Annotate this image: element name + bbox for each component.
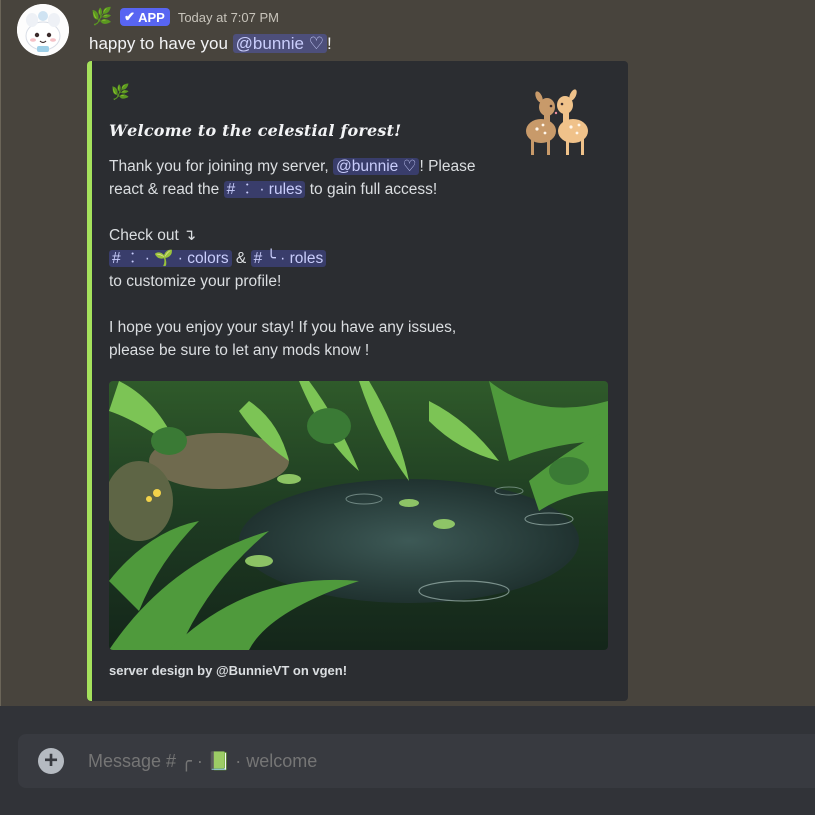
channel-link-roles[interactable]: # ╰ · roles: [250, 250, 327, 267]
forest-pond-image[interactable]: [109, 381, 608, 650]
author-leaf-icon[interactable]: 🌿: [91, 6, 112, 28]
app-badge: ✔ APP: [120, 8, 170, 26]
user-mention[interactable]: @bunnie ♡: [232, 34, 327, 53]
channel-link-colors[interactable]: # ︰ · 🌱 · colors: [109, 250, 232, 267]
bunny-avatar-icon: [17, 4, 69, 56]
embed-description: Thank you for joining my server, @bunnie…: [109, 155, 509, 362]
message-composer: +: [18, 734, 815, 788]
message-text-end: !: [326, 34, 332, 53]
desc-text: to customize your profile!: [109, 273, 282, 290]
message-text: happy to have you: [89, 34, 233, 53]
verified-check-icon: ✔: [124, 9, 136, 24]
message-header: 🌿 ✔ APP Today at 7:07 PM: [91, 6, 279, 28]
user-mention[interactable]: @bunnie ♡: [333, 158, 420, 175]
timestamp[interactable]: Today at 7:07 PM: [178, 10, 279, 25]
embed-leaf-icon: 🌿: [111, 83, 130, 101]
desc-text: please be sure to let any mods know !: [109, 342, 370, 359]
embed-accent-bar: [87, 61, 92, 701]
desc-text: to gain full access!: [305, 181, 438, 198]
deer-thumbnail-icon[interactable]: [511, 79, 603, 159]
embed-title: 𝑾𝒆𝒍𝒄𝒐𝒎𝒆 𝒕𝒐 𝒕𝒉𝒆 𝒄𝒆𝒍𝒆𝒔𝒕𝒊𝒂𝒍 𝒇𝒐𝒓𝒆𝒔𝒕!: [109, 121, 402, 140]
plus-icon: +: [43, 747, 58, 774]
embed-footer: server design by @BunnieVT on vgen!: [109, 663, 348, 678]
add-attachment-button[interactable]: +: [38, 748, 64, 774]
desc-text: I hope you enjoy your stay! If you have …: [109, 319, 457, 336]
desc-text: ! Please: [419, 158, 476, 175]
desc-text: &: [231, 250, 251, 267]
message-content: happy to have you @bunnie ♡!: [89, 32, 332, 56]
app-badge-label: APP: [138, 9, 165, 25]
message-input[interactable]: [86, 749, 690, 773]
desc-text: Thank you for joining my server,: [109, 158, 333, 175]
channel-link-rules[interactable]: # ︰ · rules: [223, 181, 306, 198]
desc-text: react & read the: [109, 181, 224, 198]
welcome-embed: 🌿 𝑾𝒆𝒍𝒄𝒐𝒎𝒆 𝒕𝒐 𝒕𝒉𝒆 𝒄𝒆𝒍𝒆𝒔𝒕𝒊𝒂𝒍 𝒇𝒐𝒓𝒆𝒔𝒕! Thank…: [87, 61, 628, 701]
desc-text: Check out ↴: [109, 227, 197, 244]
avatar[interactable]: [17, 4, 69, 56]
chat-area: 🌿 ✔ APP Today at 7:07 PM happy to have y…: [0, 0, 815, 706]
